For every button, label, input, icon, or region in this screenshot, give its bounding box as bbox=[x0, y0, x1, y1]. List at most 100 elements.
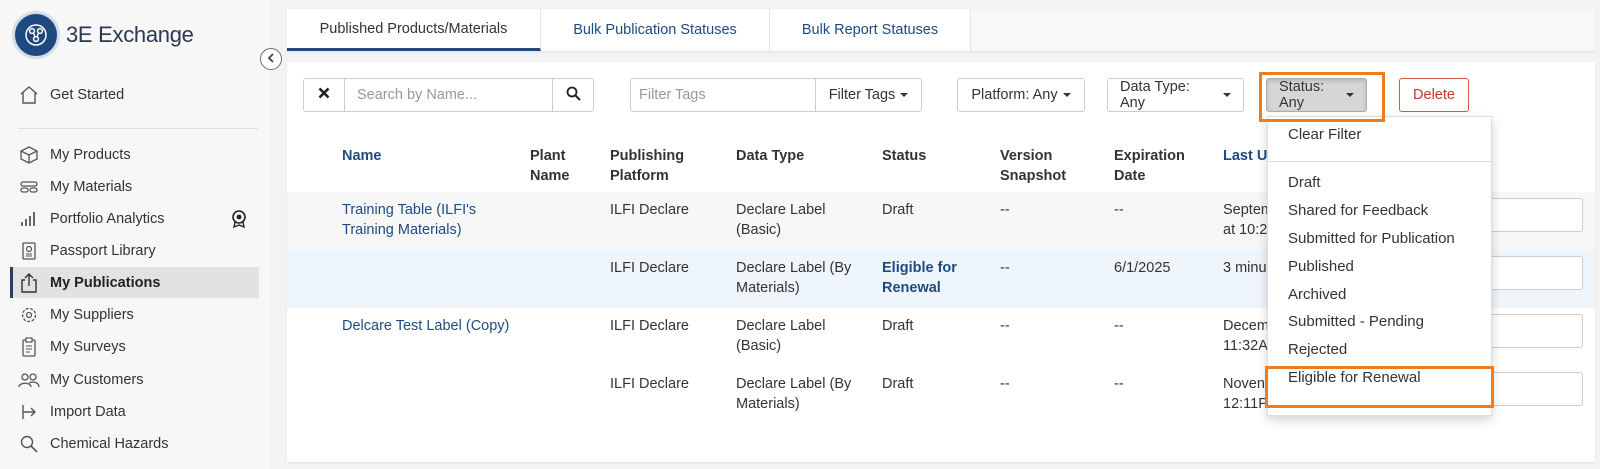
tab-bar: Published Products/Materials Bulk Public… bbox=[287, 9, 1595, 51]
row-action-select[interactable] bbox=[1483, 314, 1583, 348]
menu-item-eligible-for-renewal[interactable]: Eligible for Renewal bbox=[1288, 369, 1421, 386]
row-status: Draft bbox=[882, 202, 914, 218]
column-header-publishing-platform: Publishing Platform bbox=[610, 148, 685, 184]
sidebar-item-my-publications[interactable]: My Publications bbox=[10, 267, 259, 298]
layers-icon bbox=[18, 176, 40, 198]
filter-tags-label: Filter Tags bbox=[828, 87, 896, 103]
search-input[interactable]: Search by Name... bbox=[344, 78, 553, 112]
row-version: -- bbox=[1000, 376, 1010, 392]
row-expiration: -- bbox=[1114, 376, 1124, 392]
column-header-last-updated[interactable]: Last U bbox=[1223, 146, 1267, 166]
row-status: Draft bbox=[882, 376, 914, 392]
home-icon bbox=[18, 84, 40, 106]
search-icon bbox=[18, 433, 40, 455]
menu-item-draft[interactable]: Draft bbox=[1288, 174, 1321, 191]
sidebar-item-label: Get Started bbox=[50, 86, 125, 103]
row-platform: ILFI Declare bbox=[610, 376, 689, 392]
column-header-version-snapshot: Version Snapshot bbox=[1000, 148, 1067, 184]
search-button[interactable] bbox=[552, 78, 594, 112]
row-version: -- bbox=[1000, 202, 1010, 218]
column-header-name[interactable]: Name bbox=[342, 146, 382, 166]
menu-item-submitted-pending[interactable]: Submitted - Pending bbox=[1288, 313, 1424, 330]
menu-item-published[interactable]: Published bbox=[1288, 258, 1354, 275]
chevron-left-icon bbox=[266, 52, 276, 66]
platform-filter-label: Platform: Any bbox=[971, 87, 1058, 103]
row-version: -- bbox=[1000, 318, 1010, 334]
row-action-select[interactable] bbox=[1483, 198, 1583, 232]
data-type-filter-dropdown[interactable]: Data Type: Any bbox=[1107, 78, 1244, 112]
row-data-type: Declare Label (Basic) bbox=[736, 318, 826, 354]
row-expiration: -- bbox=[1114, 318, 1124, 334]
sidebar-item-label: My Surveys bbox=[50, 338, 126, 355]
data-type-filter-label: Data Type: Any bbox=[1120, 79, 1190, 111]
menu-item-submitted-for-publication[interactable]: Submitted for Publication bbox=[1288, 230, 1455, 247]
logo-network-icon bbox=[12, 11, 60, 59]
caret-down-icon bbox=[1346, 93, 1354, 97]
platform-filter-dropdown[interactable]: Platform: Any bbox=[957, 78, 1085, 112]
row-data-type: Declare Label (Basic) bbox=[736, 202, 826, 238]
collapse-sidebar-button[interactable] bbox=[260, 48, 282, 70]
sidebar-item-label: Passport Library bbox=[50, 242, 156, 259]
row-platform: ILFI Declare bbox=[610, 260, 689, 276]
row-action-select[interactable] bbox=[1483, 256, 1583, 290]
row-version: -- bbox=[1000, 260, 1010, 276]
menu-item-rejected[interactable]: Rejected bbox=[1288, 341, 1347, 358]
search-placeholder: Search by Name... bbox=[357, 87, 478, 103]
users-icon bbox=[18, 369, 40, 391]
tab-bulk-publication-statuses[interactable]: Bulk Publication Statuses bbox=[541, 9, 770, 51]
column-header-plant-name: Plant Name bbox=[530, 148, 570, 184]
row-platform: ILFI Declare bbox=[610, 318, 689, 334]
row-last-updated: 3 minu bbox=[1223, 260, 1267, 276]
status-filter-dropdown[interactable]: Status: Any bbox=[1266, 78, 1367, 112]
clear-search-button[interactable] bbox=[303, 78, 345, 112]
sidebar-item-my-suppliers[interactable]: My Suppliers bbox=[10, 299, 259, 330]
sidebar-item-my-surveys[interactable]: My Surveys bbox=[10, 331, 259, 362]
row-data-type: Declare Label (By Materials) bbox=[736, 376, 852, 412]
row-platform: ILFI Declare bbox=[610, 202, 689, 218]
sidebar-item-get-started[interactable]: Get Started bbox=[10, 79, 259, 110]
sidebar-item-label: Import Data bbox=[50, 403, 126, 420]
tags-filter-input[interactable]: Filter Tags bbox=[630, 78, 816, 112]
app-logo[interactable]: 3E Exchange bbox=[12, 11, 194, 59]
row-status: Eligible for Renewal bbox=[882, 260, 957, 296]
sidebar-item-label: My Customers bbox=[50, 371, 144, 388]
search-icon bbox=[566, 86, 581, 105]
column-header-data-type: Data Type bbox=[736, 148, 805, 164]
row-name-link[interactable]: Training Table (ILFI's Training Material… bbox=[342, 200, 502, 240]
import-icon bbox=[18, 401, 40, 423]
upload-icon bbox=[18, 272, 40, 294]
sidebar-item-passport-library[interactable]: Passport Library bbox=[10, 235, 259, 266]
sidebar-item-import-data[interactable]: Import Data bbox=[10, 396, 259, 427]
sidebar-item-my-products[interactable]: My Products bbox=[10, 139, 259, 170]
sidebar-item-my-customers[interactable]: My Customers bbox=[10, 364, 259, 395]
menu-item-archived[interactable]: Archived bbox=[1288, 286, 1346, 303]
menu-item-clear-filter[interactable]: Clear Filter bbox=[1288, 126, 1361, 143]
row-name-link[interactable]: Delcare Test Label (Copy) bbox=[342, 316, 509, 336]
column-header-expiration-date: Expiration Date bbox=[1114, 148, 1185, 184]
caret-down-icon bbox=[900, 93, 909, 97]
caret-down-icon bbox=[1223, 93, 1231, 97]
row-data-type: Declare Label (By Materials) bbox=[736, 260, 852, 296]
passport-icon bbox=[18, 240, 40, 262]
delete-button[interactable]: Delete bbox=[1399, 78, 1469, 112]
row-status: Draft bbox=[882, 318, 914, 334]
tab-bulk-report-statuses[interactable]: Bulk Report Statuses bbox=[770, 9, 971, 51]
sidebar-item-portfolio-analytics[interactable]: Portfolio Analytics bbox=[10, 203, 259, 234]
tab-bar-filler bbox=[971, 9, 1595, 51]
sidebar: 3E Exchange Get Started My Products My M… bbox=[0, 0, 270, 469]
menu-divider bbox=[1268, 161, 1491, 162]
clipboard-icon bbox=[18, 336, 40, 358]
sidebar-item-my-materials[interactable]: My Materials bbox=[10, 171, 259, 202]
tab-published-products-materials[interactable]: Published Products/Materials bbox=[287, 9, 541, 51]
caret-down-icon bbox=[1062, 93, 1071, 97]
row-action-select[interactable] bbox=[1483, 372, 1583, 406]
row-expiration: 6/1/2025 bbox=[1114, 260, 1171, 276]
sidebar-item-label: My Suppliers bbox=[50, 306, 134, 323]
tags-placeholder: Filter Tags bbox=[639, 87, 706, 103]
supplier-gear-icon bbox=[18, 304, 40, 326]
filter-tags-dropdown[interactable]: Filter Tags bbox=[815, 78, 922, 112]
sidebar-divider bbox=[18, 128, 258, 129]
menu-item-shared-for-feedback[interactable]: Shared for Feedback bbox=[1288, 202, 1428, 219]
sidebar-item-chemical-hazards[interactable]: Chemical Hazards bbox=[10, 428, 259, 459]
sidebar-item-label: My Products bbox=[50, 146, 131, 163]
